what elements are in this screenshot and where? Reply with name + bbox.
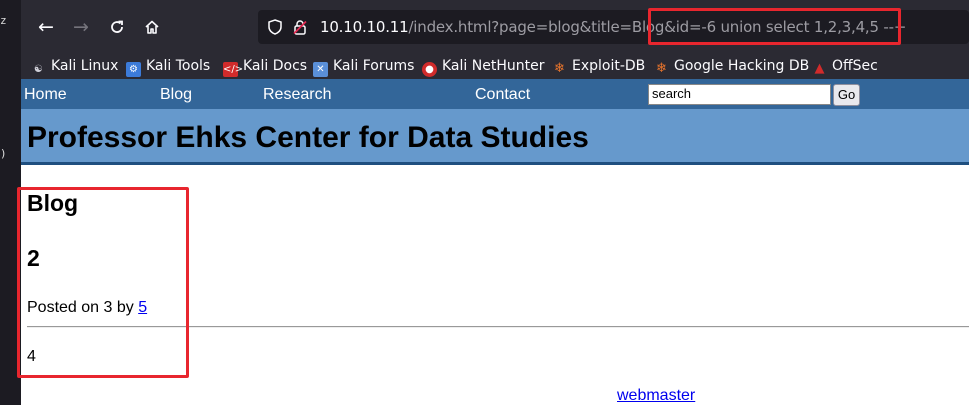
url-host: 10.10.10.11 [320, 18, 409, 36]
webmaster-link[interactable]: webmaster [617, 387, 695, 405]
site-title: Professor Ehks Center for Data Studies [27, 121, 589, 154]
arrow-left-icon: ← [38, 16, 54, 38]
bookmark-kali-tools[interactable]: ⚙ Kali Tools [126, 55, 210, 77]
back-button[interactable]: ← [33, 14, 59, 40]
kali-docs-icon: </> [223, 62, 244, 77]
bookmark-label: Kali Linux [51, 58, 119, 74]
bookmark-label: Kali Tools [146, 58, 211, 74]
nethunter-icon: ● [422, 62, 437, 77]
nav-blog-link[interactable]: Blog [160, 79, 192, 109]
nav-home-link[interactable]: Home [24, 79, 67, 109]
bookmark-kali-docs[interactable]: </>Kali Docs [223, 55, 307, 77]
kali-forums-icon: ✕ [313, 62, 328, 77]
nav-contact-link[interactable]: Contact [475, 79, 530, 109]
edge-glyph-top: z [0, 14, 7, 27]
site-banner: Professor Ehks Center for Data Studies [21, 109, 969, 165]
offsec-icon: ▲ [814, 61, 825, 76]
reload-button[interactable] [104, 14, 130, 40]
bookmark-google-hacking-db[interactable]: ❄ Google Hacking DB [654, 55, 809, 77]
bookmark-kali-linux[interactable]: ☯ Kali Linux [31, 55, 118, 77]
kali-tools-icon: ⚙ [126, 62, 141, 77]
arrow-right-icon: → [73, 16, 89, 38]
url-highlight-box [648, 8, 901, 45]
forward-button[interactable]: → [68, 14, 94, 40]
bookmark-kali-forums[interactable]: ✕ Kali Forums [313, 55, 414, 77]
nav-research-link[interactable]: Research [263, 79, 331, 109]
bookmark-kali-nethunter[interactable]: ● Kali NetHunter [422, 55, 544, 77]
bookmark-label: Kali NetHunter [442, 58, 545, 74]
ghdb-icon: ❄ [656, 61, 667, 76]
site-nav: Home Blog Research Contact search Go [21, 79, 969, 109]
bookmark-exploit-db[interactable]: ❄ Exploit-DB [552, 55, 645, 77]
bookmark-offsec[interactable]: ▲ OffSec [812, 55, 878, 77]
reload-icon [111, 20, 123, 33]
bookmark-label: Kali Docs [243, 58, 308, 74]
bookmark-label: Exploit-DB [572, 58, 646, 74]
insecure-lock-icon[interactable] [292, 10, 308, 44]
shield-icon[interactable] [268, 10, 282, 44]
bookmark-label: Google Hacking DB [674, 58, 810, 74]
go-button[interactable]: Go [833, 84, 860, 106]
bookmarks-toolbar: ☯ Kali Linux ⚙ Kali Tools </>Kali Docs ✕ Ka… [21, 54, 969, 79]
edge-glyph-bottom: ) [0, 147, 7, 160]
search-input[interactable]: search [648, 84, 831, 105]
home-button[interactable] [139, 14, 165, 40]
home-icon [145, 20, 159, 34]
bookmark-label: OffSec [832, 58, 878, 74]
exploit-db-icon: ❄ [554, 61, 565, 76]
bookmark-label: Kali Forums [333, 58, 415, 74]
kali-dragon-icon: ☯ [34, 64, 43, 75]
results-highlight-box [17, 187, 189, 378]
